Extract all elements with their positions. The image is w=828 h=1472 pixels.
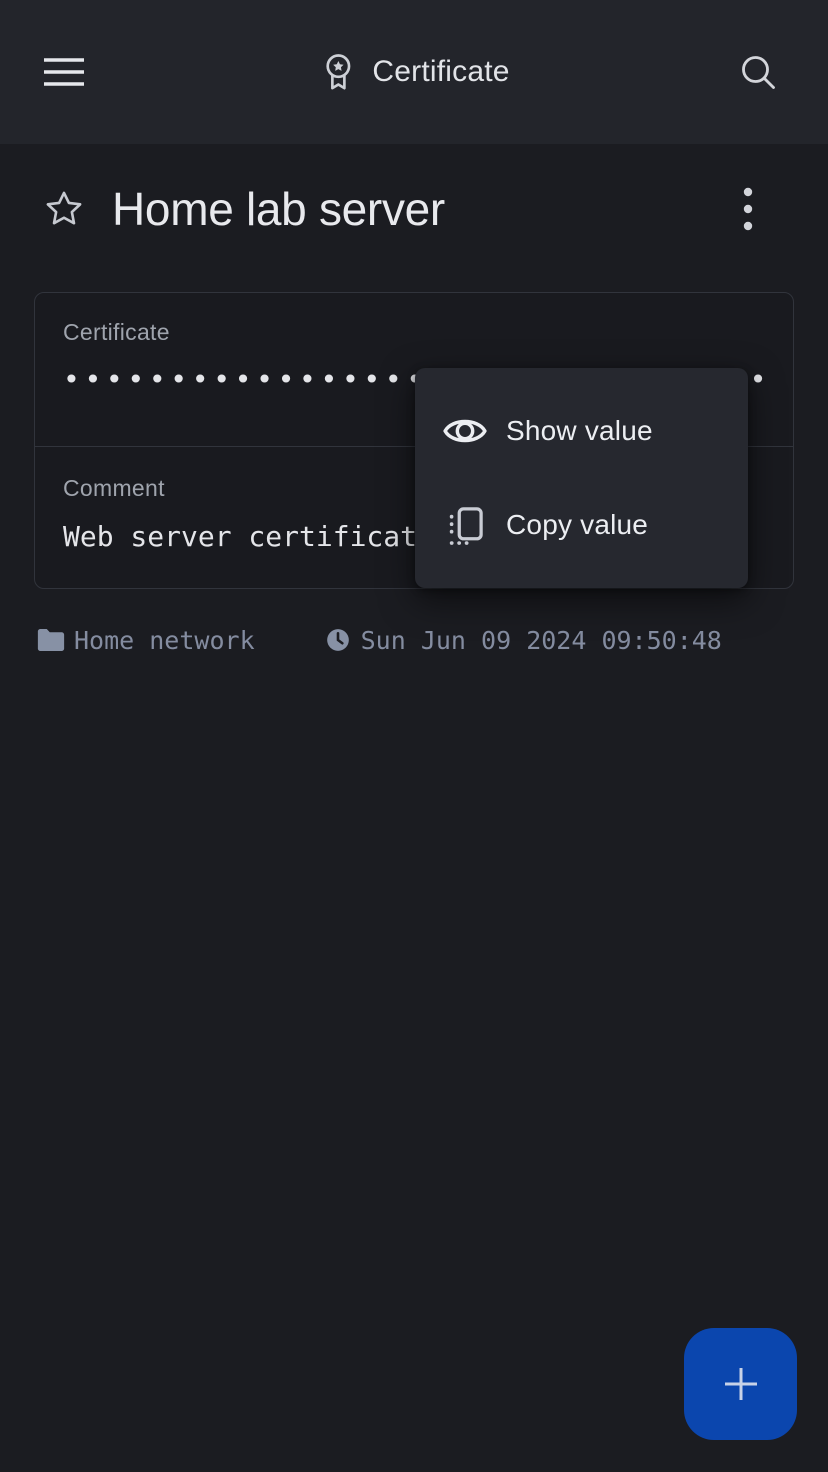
eye-icon [442, 408, 488, 454]
entry-detail-screen: Certificate Home lab server Certif [0, 0, 828, 1472]
folder-icon [36, 626, 66, 654]
star-icon [43, 188, 85, 230]
group-chip[interactable]: Home network [36, 626, 255, 655]
menu-item-label: Copy value [506, 509, 648, 541]
menu-item-show-value[interactable]: Show value [415, 384, 748, 478]
search-icon [738, 52, 778, 92]
kebab-menu-icon [740, 186, 756, 232]
certificate-award-icon [318, 51, 358, 93]
page-title: Certificate [372, 55, 509, 89]
hamburger-icon [44, 56, 84, 88]
menu-item-label: Show value [506, 415, 653, 447]
entry-title: Home lab server [112, 182, 445, 236]
overflow-menu-button[interactable] [726, 185, 770, 233]
app-bar-title-group: Certificate [318, 51, 509, 93]
plus-icon [722, 1365, 760, 1403]
group-name: Home network [74, 626, 255, 655]
copy-icon [442, 502, 488, 548]
clock-icon [325, 627, 351, 653]
search-button[interactable] [734, 50, 782, 94]
timestamp-chip: Sun Jun 09 2024 09:50:48 [325, 626, 722, 655]
entry-header: Home lab server [0, 180, 828, 238]
hamburger-menu-button[interactable] [40, 50, 88, 94]
entry-meta-row: Home network Sun Jun 09 2024 09:50:48 [36, 620, 796, 660]
favorite-star-button[interactable] [42, 187, 86, 231]
add-entry-fab[interactable] [684, 1328, 797, 1440]
timestamp-value: Sun Jun 09 2024 09:50:48 [361, 626, 722, 655]
app-bar: Certificate [0, 0, 828, 144]
menu-item-copy-value[interactable]: Copy value [415, 478, 748, 572]
certificate-field-label: Certificate [63, 317, 765, 347]
field-context-menu: Show value Copy value [415, 368, 748, 588]
